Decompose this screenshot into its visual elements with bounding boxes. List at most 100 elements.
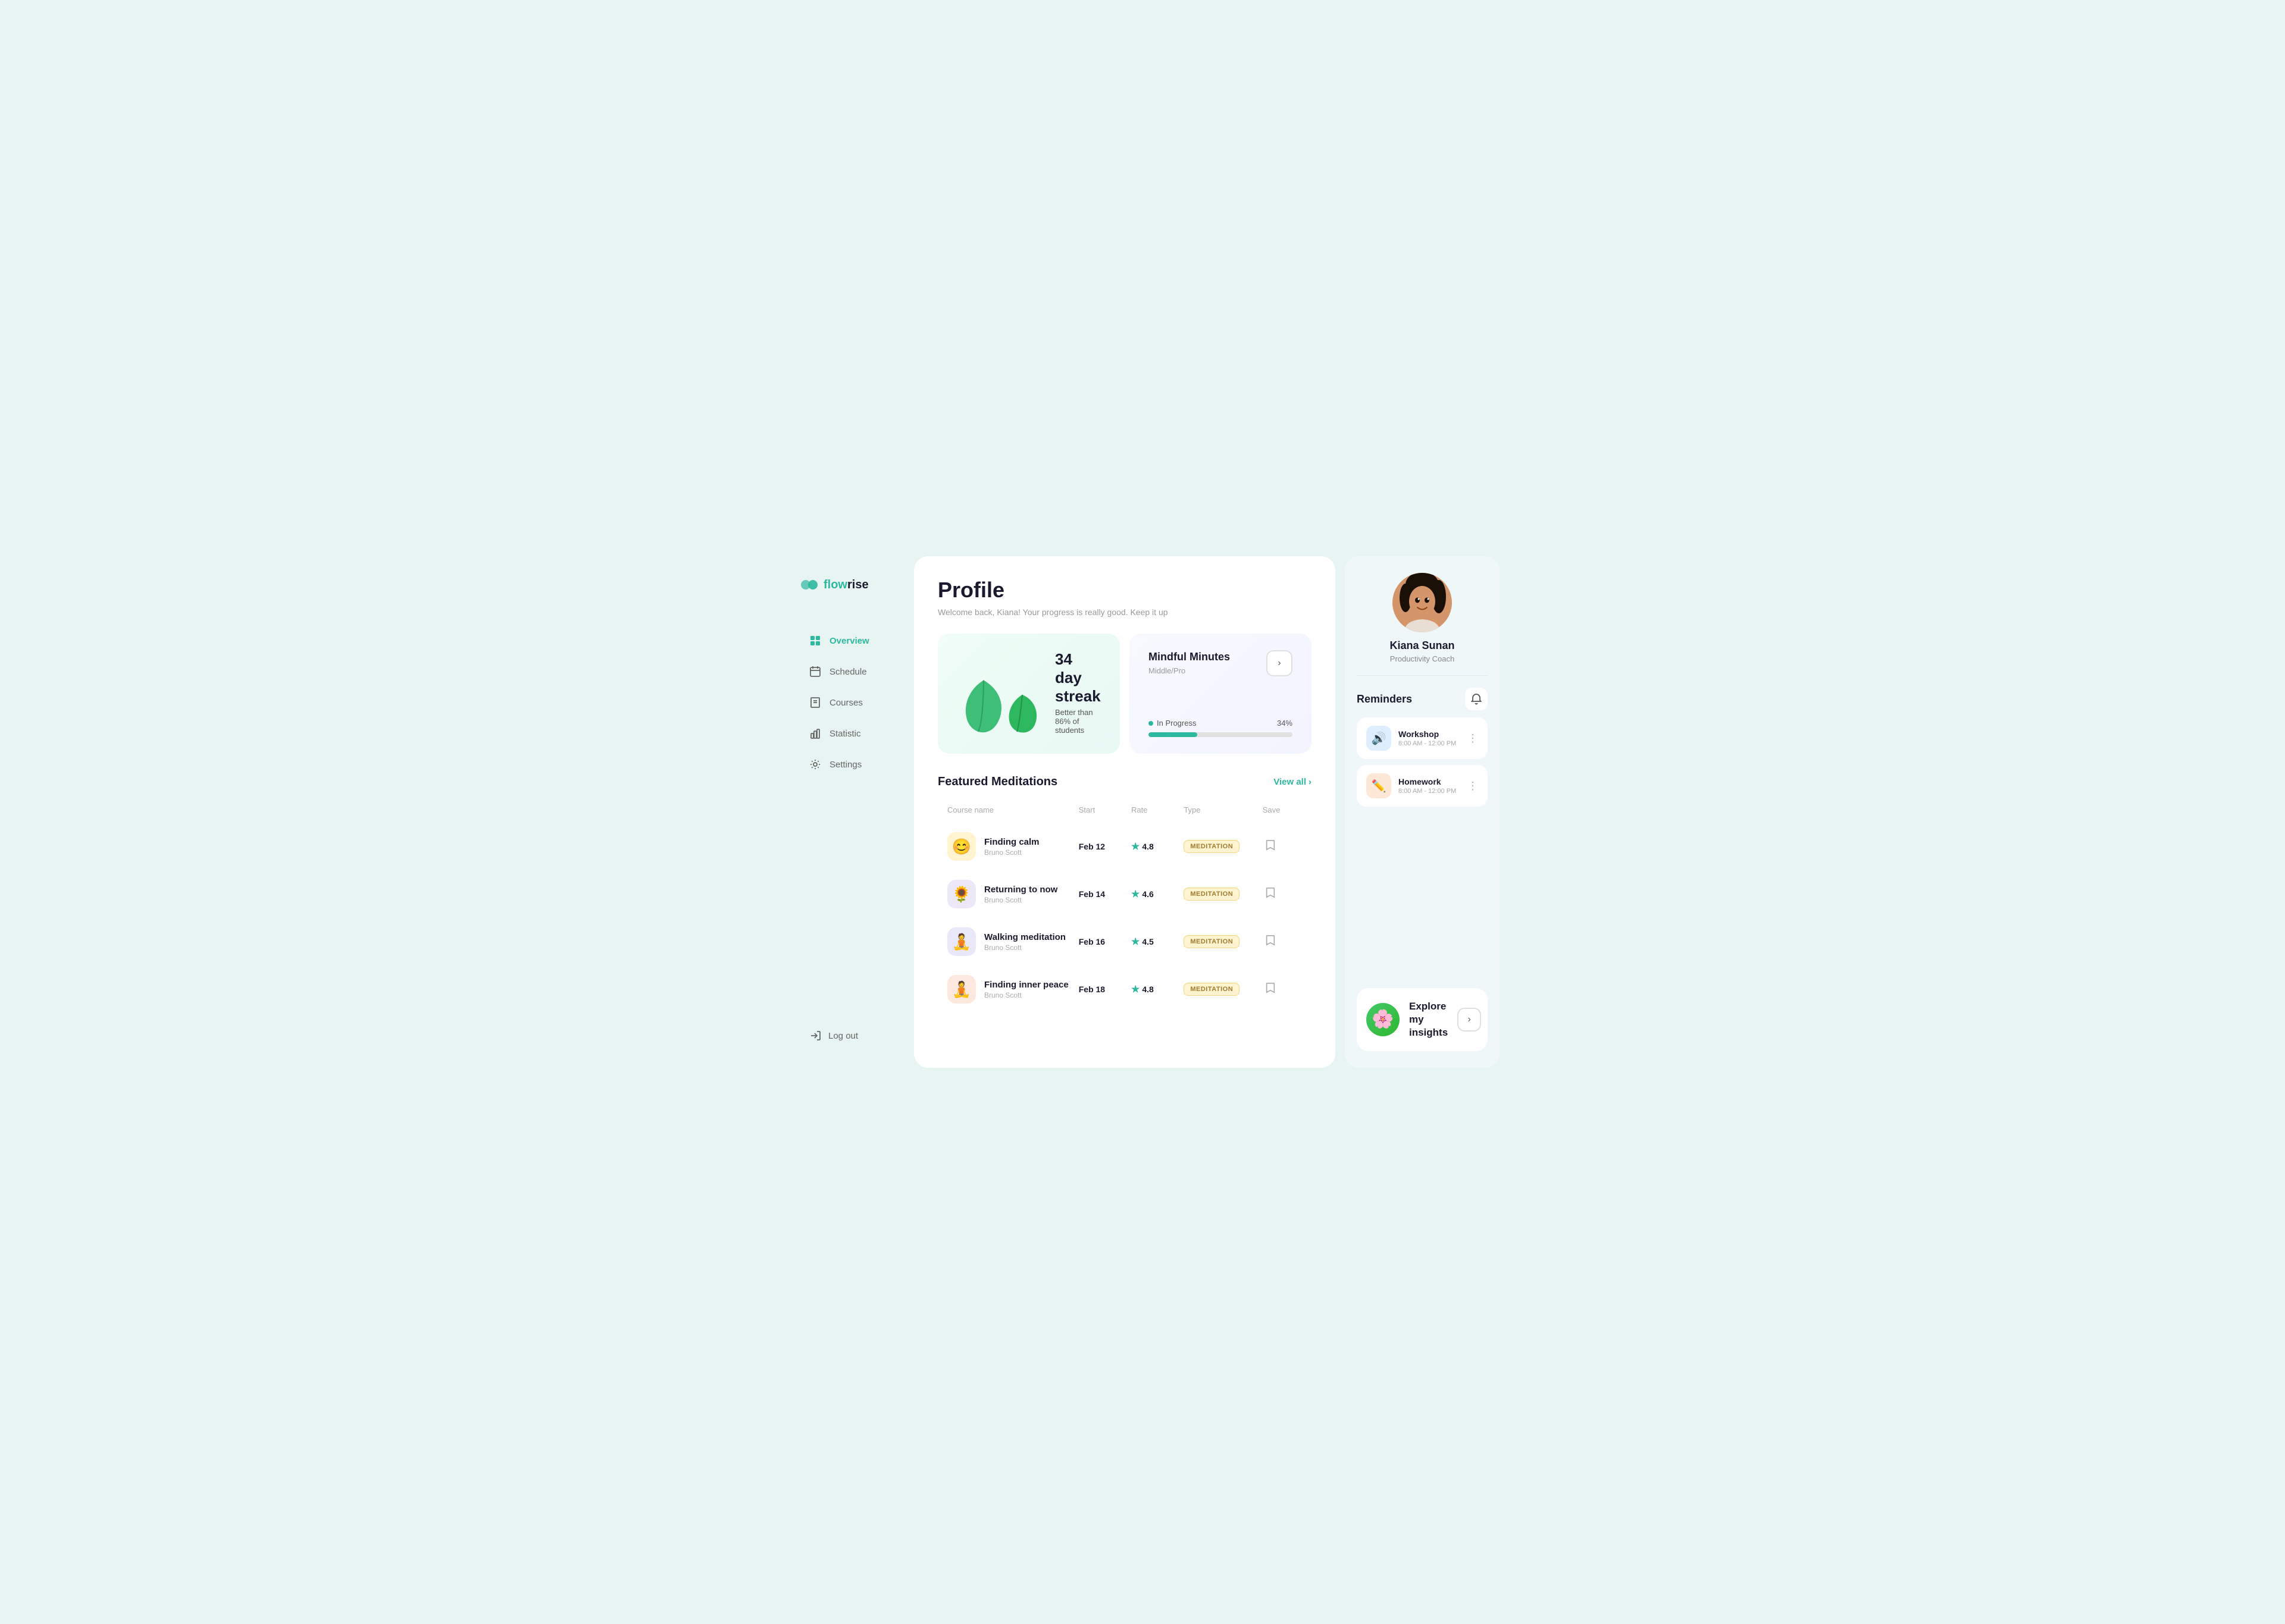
type-badge: MEDITATION (1184, 840, 1239, 853)
view-all-button[interactable]: View all › (1273, 777, 1311, 787)
save-course-button[interactable] (1263, 932, 1278, 952)
courses-list: 😊 Finding calm Bruno Scott Feb 12 ★ 4.8 … (938, 824, 1311, 1012)
type-badge: MEDITATION (1184, 888, 1239, 901)
sidebar-item-schedule[interactable]: Schedule (800, 659, 890, 685)
course-thumbnail: 🧘 (947, 975, 976, 1004)
leaf-small-icon (1001, 689, 1043, 737)
sidebar-item-overview[interactable]: Overview (800, 628, 890, 654)
book-icon (809, 697, 821, 708)
top-cards: 34 day streak Better than 86% of student… (938, 634, 1311, 754)
insights-navigate-button[interactable]: › (1457, 1008, 1481, 1032)
sidebar-item-settings[interactable]: Settings (800, 751, 890, 777)
col-start: Start (1079, 805, 1131, 814)
logo: flowrise (800, 575, 890, 594)
main-content: Profile Welcome back, Kiana! Your progre… (914, 556, 1335, 1068)
star-icon: ★ (1131, 983, 1140, 995)
course-rating: ★ 4.5 (1131, 936, 1184, 948)
star-icon: ★ (1131, 936, 1140, 948)
course-level: Middle/Pro (1148, 666, 1230, 675)
reminder-workshop-name: Workshop (1398, 729, 1460, 739)
sidebar-item-label: Courses (830, 698, 863, 708)
logo-icon (800, 575, 819, 594)
reminders-list: 🔊 Workshop 8:00 AM - 12:00 PM ⋮ ✏️ Homew… (1357, 717, 1488, 807)
reminder-item-homework: ✏️ Homework 8:00 AM - 12:00 PM ⋮ (1357, 765, 1488, 807)
course-title: Finding inner peace (984, 980, 1069, 990)
course-navigate-button[interactable]: › (1266, 650, 1292, 676)
course-author: Bruno Scott (984, 943, 1066, 952)
course-author: Bruno Scott (984, 991, 1069, 999)
insights-label: Explore my insights (1409, 1000, 1448, 1039)
course-type: MEDITATION (1184, 935, 1262, 948)
course-thumbnail: 😊 (947, 832, 976, 861)
pencil-icon: ✏️ (1372, 779, 1386, 794)
insights-card: 🌸 Explore my insights › (1357, 988, 1488, 1051)
course-type: MEDITATION (1184, 983, 1262, 996)
table-row: 🌻 Returning to now Bruno Scott Feb 14 ★ … (938, 871, 1311, 917)
grid-icon (809, 635, 821, 647)
course-type: MEDITATION (1184, 888, 1262, 901)
bookmark-icon (1265, 839, 1276, 851)
progress-percentage: 34% (1277, 719, 1292, 728)
course-author: Bruno Scott (984, 896, 1057, 904)
course-rating: ★ 4.6 (1131, 888, 1184, 900)
sidebar-item-label: Settings (830, 760, 862, 770)
save-course-button[interactable] (1263, 837, 1278, 857)
course-save (1263, 885, 1302, 904)
user-name: Kiana Sunan (1389, 639, 1454, 652)
status-dot (1148, 721, 1153, 726)
reminder-workshop-time: 8:00 AM - 12:00 PM (1398, 740, 1460, 747)
col-type: Type (1184, 805, 1262, 814)
course-start-date: Feb 16 (1079, 937, 1131, 946)
course-thumbnail: 🌻 (947, 880, 976, 908)
reminder-homework-icon-bg: ✏️ (1366, 773, 1391, 798)
progress-footer: In Progress 34% (1148, 719, 1292, 737)
sidebar-item-courses[interactable]: Courses (800, 689, 890, 716)
save-course-button[interactable] (1263, 885, 1278, 904)
course-title: Returning to now (984, 885, 1057, 895)
streak-info: 34 day streak Better than 86% of student… (1055, 650, 1101, 737)
reminder-item-workshop: 🔊 Workshop 8:00 AM - 12:00 PM ⋮ (1357, 717, 1488, 759)
bell-button[interactable] (1465, 688, 1488, 710)
course-save (1263, 837, 1302, 857)
reminders-section: Reminders 🔊 Workshop 8:00 AM - (1357, 688, 1488, 807)
calendar-icon (809, 666, 821, 678)
table-header: Course name Start Rate Type Save (938, 801, 1311, 819)
progress-status: In Progress (1148, 719, 1196, 728)
bookmark-icon (1265, 982, 1276, 994)
reminder-workshop-icon-bg: 🔊 (1366, 726, 1391, 751)
bookmark-icon (1265, 935, 1276, 946)
sidebar-item-statistic[interactable]: Statistic (800, 720, 890, 747)
course-name-info: Finding calm Bruno Scott (984, 837, 1040, 857)
type-badge: MEDITATION (1184, 983, 1239, 996)
course-title: Mindful Minutes (1148, 650, 1230, 664)
gear-icon (809, 758, 821, 770)
course-start-date: Feb 18 (1079, 985, 1131, 994)
star-icon: ★ (1131, 841, 1140, 852)
bell-icon (1470, 693, 1482, 705)
reminders-header: Reminders (1357, 688, 1488, 710)
course-rating: ★ 4.8 (1131, 983, 1184, 995)
reminder-homework-name: Homework (1398, 777, 1460, 786)
view-all-arrow-icon: › (1309, 777, 1311, 787)
sidebar: flowrise Overview (785, 556, 904, 1068)
logout-button[interactable]: Log out (800, 1023, 890, 1049)
course-name-info: Walking meditation Bruno Scott (984, 932, 1066, 952)
reminder-workshop-more-button[interactable]: ⋮ (1467, 733, 1478, 744)
profile-section: Kiana Sunan Productivity Coach (1357, 573, 1488, 676)
streak-card: 34 day streak Better than 86% of student… (938, 634, 1120, 754)
avatar-svg (1392, 573, 1452, 632)
reminder-homework-info: Homework 8:00 AM - 12:00 PM (1398, 777, 1460, 795)
table-row: 🧘 Walking meditation Bruno Scott Feb 16 … (938, 919, 1311, 964)
progress-header: Mindful Minutes Middle/Pro › (1148, 650, 1292, 676)
save-course-button[interactable] (1263, 980, 1278, 999)
section-header: Featured Meditations View all › (938, 775, 1311, 789)
reminder-homework-time: 8:00 AM - 12:00 PM (1398, 788, 1460, 795)
reminder-homework-more-button[interactable]: ⋮ (1467, 780, 1478, 791)
chart-icon (809, 728, 821, 739)
course-save (1263, 932, 1302, 952)
app-container: flowrise Overview (785, 556, 1500, 1068)
logout-label: Log out (828, 1031, 858, 1041)
col-course-name: Course name (947, 805, 1079, 814)
course-start-date: Feb 12 (1079, 842, 1131, 851)
streak-number: 34 day streak (1055, 650, 1101, 706)
